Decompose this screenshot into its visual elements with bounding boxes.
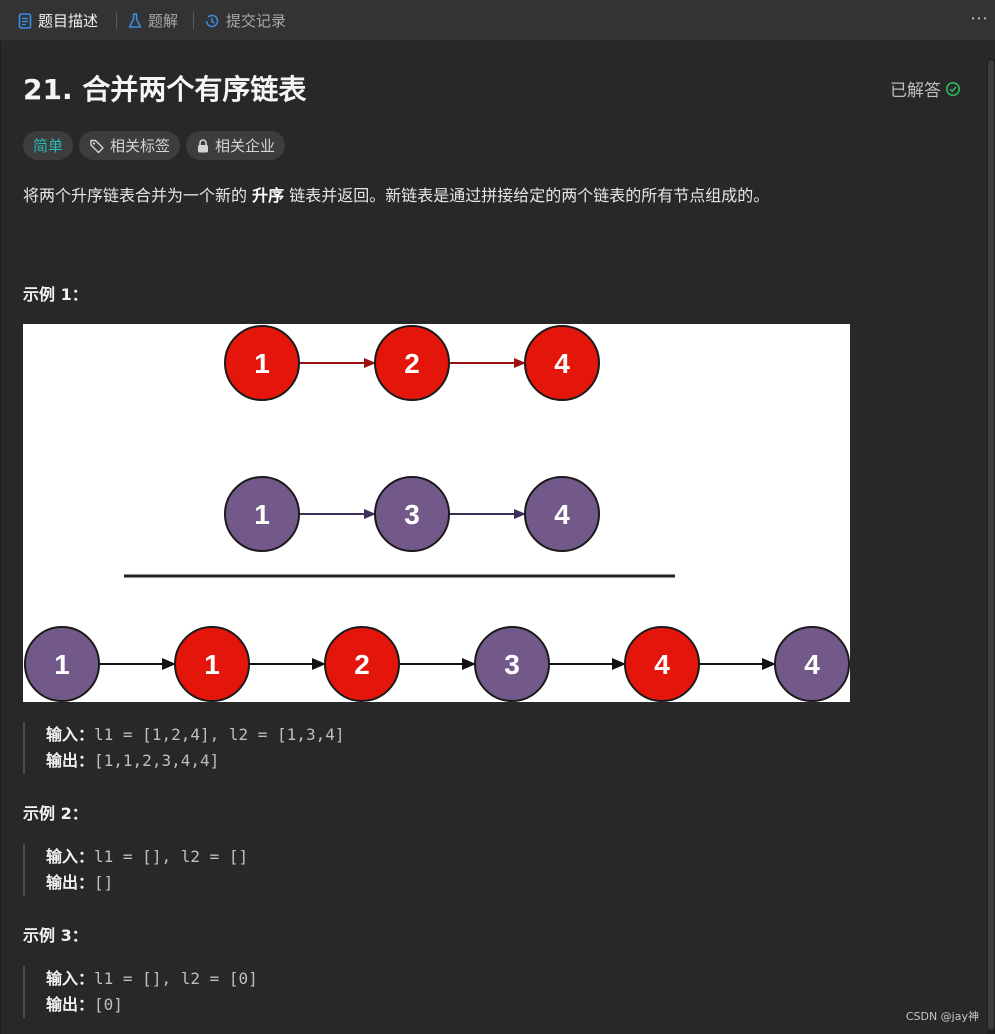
- example-1-output: 输出：[1,1,2,3,4,4]: [46, 748, 344, 774]
- related-tags-label: 相关标签: [110, 137, 171, 155]
- input-label: 输入：: [46, 969, 95, 988]
- output-value: [0]: [94, 995, 123, 1014]
- list2-node-label: 3: [404, 499, 420, 530]
- history-icon: [205, 14, 219, 27]
- example-2-input: 输入：l1 = [], l2 = []: [46, 844, 248, 870]
- tab-solution-label: 题解: [148, 12, 179, 30]
- document-icon: [18, 12, 32, 29]
- problem-description: 将两个升序链表合并为一个新的 升序 链表并返回。新链表是通过拼接给定的两个链表的…: [23, 184, 769, 208]
- description-emphasis: 升序: [252, 186, 285, 205]
- example-1-title: 示例 1：: [23, 285, 88, 304]
- tab-solution[interactable]: 题解: [128, 0, 178, 41]
- list1-node-label: 1: [254, 348, 270, 379]
- difficulty-badge: 简单: [23, 131, 74, 160]
- output-label: 输出：: [46, 873, 95, 892]
- problem-title: 21. 合并两个有序链表: [23, 73, 307, 106]
- solved-status: 已解答: [890, 76, 961, 101]
- tab-divider: [193, 12, 194, 29]
- merged-node-label: 1: [54, 649, 70, 680]
- example-2-title: 示例 2：: [23, 804, 88, 823]
- related-tags-button[interactable]: 相关标签: [79, 131, 181, 160]
- tag-icon: [90, 139, 104, 153]
- example-3-output: 输出：[0]: [46, 992, 258, 1018]
- tab-bar: 题目描述 题解 提交记录 ⋯: [0, 0, 995, 41]
- output-label: 输出：: [46, 751, 95, 770]
- example-1-image: 1 2 4 1 3 4 1 1 2 3 4 4: [23, 324, 850, 702]
- check-circle-icon: [946, 81, 960, 96]
- tab-divider: [116, 12, 117, 29]
- tab-submissions-label: 提交记录: [226, 12, 287, 30]
- tab-description-label: 题目描述: [38, 12, 99, 30]
- list2-node-label: 1: [254, 499, 270, 530]
- more-options-icon[interactable]: ⋯: [970, 8, 989, 29]
- example-1-input: 输入：l1 = [1,2,4], l2 = [1,3,4]: [46, 722, 344, 748]
- merged-node-label: 1: [204, 649, 220, 680]
- linked-list-diagram: 1 2 4 1 3 4 1 1 2 3 4 4: [24, 325, 850, 702]
- description-text: 链表并返回。新链表是通过拼接给定的两个链表的所有节点组成的。: [284, 186, 770, 205]
- input-value: l1 = [1,2,4], l2 = [1,3,4]: [94, 725, 345, 744]
- output-value: [1,1,2,3,4,4]: [94, 751, 220, 770]
- input-value: l1 = [], l2 = []: [94, 847, 249, 866]
- watermark: CSDN @jay神: [905, 1010, 979, 1023]
- lock-icon: [198, 138, 209, 152]
- input-label: 输入：: [46, 847, 95, 866]
- flask-icon: [128, 12, 142, 28]
- solved-status-label: 已解答: [890, 81, 941, 101]
- tab-description[interactable]: 题目描述: [18, 0, 98, 41]
- merged-node-label: 4: [804, 649, 820, 680]
- description-text: 将两个升序链表合并为一个新的: [23, 186, 253, 205]
- list2-node-label: 4: [554, 499, 570, 530]
- related-companies-button[interactable]: 相关企业: [186, 131, 286, 160]
- example-1-io: 输入：l1 = [1,2,4], l2 = [1,3,4] 输出：[1,1,2,…: [23, 722, 344, 774]
- merged-node-label: 4: [654, 649, 670, 680]
- example-2-output: 输出：[]: [46, 870, 248, 896]
- tab-submissions[interactable]: 提交记录: [204, 0, 286, 41]
- example-3-io: 输入：l1 = [], l2 = [0] 输出：[0]: [23, 966, 258, 1018]
- example-3-input: 输入：l1 = [], l2 = [0]: [46, 966, 258, 992]
- list1-node-label: 4: [554, 348, 570, 379]
- list1-node-label: 2: [404, 348, 420, 379]
- input-value: l1 = [], l2 = [0]: [94, 969, 258, 988]
- output-value: []: [94, 873, 114, 892]
- scrollbar-thumb[interactable]: [988, 60, 994, 1030]
- input-label: 输入：: [46, 725, 95, 744]
- related-companies-label: 相关企业: [215, 137, 276, 155]
- output-label: 输出：: [46, 995, 95, 1014]
- example-2-io: 输入：l1 = [], l2 = [] 输出：[]: [23, 844, 248, 896]
- example-3-title: 示例 3：: [23, 926, 88, 945]
- merged-node-label: 3: [504, 649, 520, 680]
- difficulty-label: 简单: [33, 137, 64, 155]
- problem-tags: 简单 相关标签 相关企业: [23, 131, 291, 160]
- merged-node-label: 2: [354, 649, 370, 680]
